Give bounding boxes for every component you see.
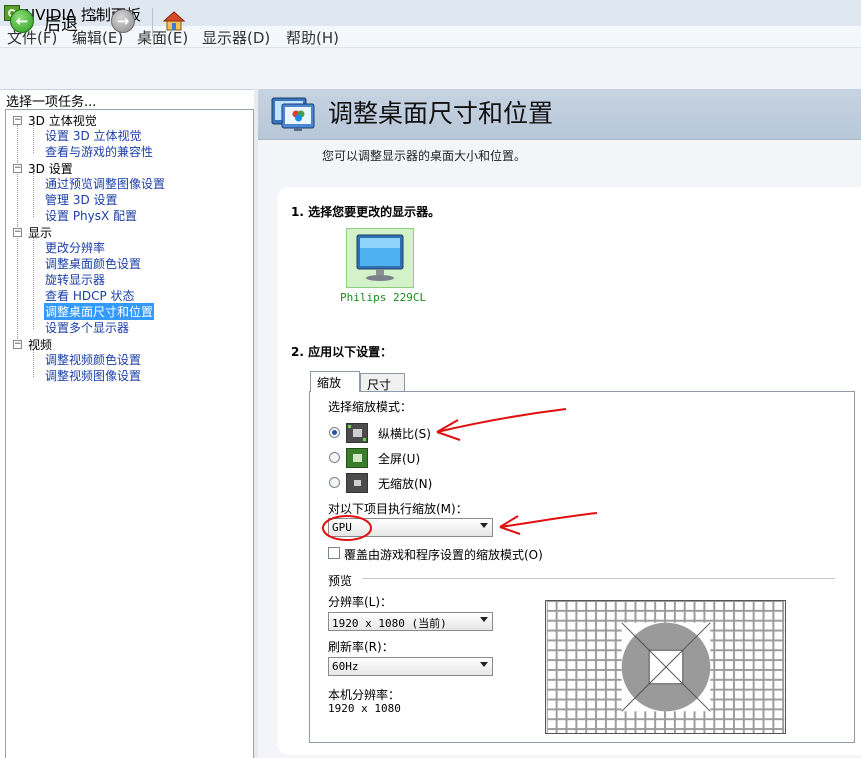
annotation-circle-gpu (322, 515, 372, 541)
tab-scaling-label: 缩放 (317, 376, 342, 390)
annotation-arrow-gpu (499, 512, 598, 528)
red-annotation-overlay (322, 408, 598, 541)
tab-scaling[interactable]: 缩放 (310, 371, 360, 392)
